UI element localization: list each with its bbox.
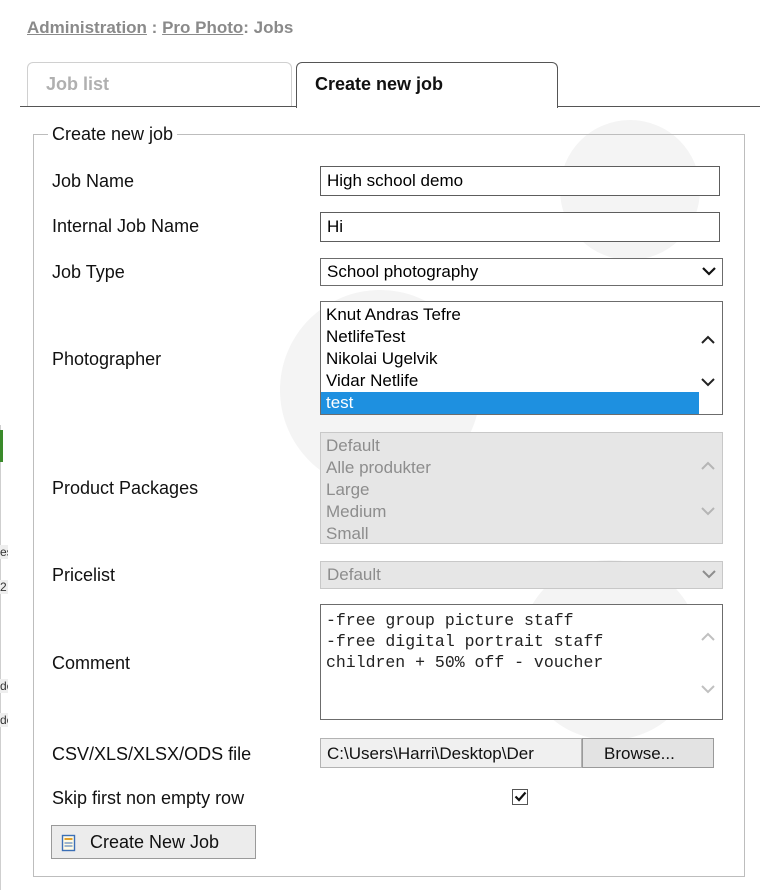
- comment-line: -free group picture staff: [326, 611, 574, 630]
- chevron-down-icon[interactable]: [700, 374, 716, 390]
- comment-line: -free digital portrait staff: [326, 632, 604, 651]
- photographer-option[interactable]: Nikolai Ugelvik: [321, 348, 722, 370]
- chevron-up-icon: [701, 461, 715, 470]
- breadcrumb-link-administration[interactable]: Administration: [27, 18, 147, 37]
- skip-first-row-checkbox[interactable]: [512, 789, 528, 805]
- photographer-option-selected[interactable]: test: [321, 392, 699, 414]
- photographer-label: Photographer: [52, 349, 162, 369]
- background-text-fragment: de: [0, 713, 8, 727]
- pricelist-label: Pricelist: [52, 565, 116, 585]
- pricelist-select[interactable]: Default: [320, 561, 723, 589]
- job-type-select[interactable]: School photography: [320, 258, 723, 286]
- skip-first-row-label: Skip first non empty row: [52, 788, 245, 808]
- chevron-up-icon: [701, 632, 715, 641]
- product-packages-label: Product Packages: [52, 478, 199, 498]
- chevron-down-icon: [701, 507, 715, 516]
- product-package-option: Default: [326, 436, 380, 455]
- chevron-up-icon[interactable]: [700, 332, 716, 348]
- product-packages-listbox[interactable]: Default Alle produkter Large Medium Smal…: [320, 432, 723, 544]
- tab-job-list[interactable]: Job list: [27, 62, 292, 106]
- internal-job-name-input[interactable]: Hi: [320, 212, 720, 242]
- product-package-option: Small: [326, 524, 369, 543]
- browse-button[interactable]: Browse...: [582, 738, 714, 768]
- breadcrumb-current: : Jobs: [243, 18, 294, 37]
- document-icon: [61, 834, 76, 852]
- internal-job-name-label: Internal Job Name: [52, 216, 200, 236]
- product-package-option: Alle produkter: [326, 458, 431, 477]
- checkmark-icon: [514, 791, 527, 802]
- chevron-down-icon: [701, 685, 715, 694]
- file-path-field[interactable]: C:\Users\Harri\Desktop\Der: [320, 738, 582, 768]
- photographer-option[interactable]: Vidar Netlife: [321, 370, 722, 392]
- background-text-fragment: de: [0, 679, 8, 693]
- photographer-listbox[interactable]: Knut Andras Tefre NetlifeTest Nikolai Ug…: [320, 301, 723, 415]
- breadcrumb-separator: :: [146, 18, 163, 37]
- create-new-job-label: Create New Job: [90, 832, 220, 852]
- comment-label: Comment: [52, 653, 131, 673]
- product-package-option: Large: [326, 480, 370, 499]
- background-text-fragment: 2: [0, 580, 8, 594]
- chevron-down-icon: [702, 267, 716, 276]
- comment-textarea[interactable]: -free group picture staff -free digital …: [320, 604, 723, 720]
- product-package-option: Medium: [326, 502, 387, 521]
- breadcrumb-link-pro-photo[interactable]: Pro Photo: [162, 18, 243, 37]
- fieldset-legend: Create new job: [52, 124, 174, 144]
- photographer-option[interactable]: NetlifeTest: [321, 326, 722, 348]
- job-name-label: Job Name: [52, 171, 135, 191]
- tab-create-new-job[interactable]: Create new job: [296, 62, 558, 108]
- background-window-marker: [0, 430, 3, 462]
- breadcrumb: Administration : Pro Photo: Jobs: [27, 18, 293, 38]
- comment-line: children + 50% off - voucher: [326, 653, 604, 672]
- file-label: CSV/XLS/XLSX/ODS file: [52, 744, 252, 764]
- background-window-edge: [0, 425, 11, 890]
- pricelist-selected-value: Default: [327, 565, 381, 584]
- create-new-job-button[interactable]: Create New Job: [51, 825, 256, 859]
- photographer-option[interactable]: Knut Andras Tefre: [321, 304, 722, 326]
- job-type-selected-value: School photography: [327, 262, 479, 281]
- job-type-label: Job Type: [52, 262, 125, 282]
- background-text-fragment: es: [0, 545, 8, 559]
- job-name-input[interactable]: High school demo: [320, 166, 720, 196]
- chevron-down-icon: [702, 570, 716, 579]
